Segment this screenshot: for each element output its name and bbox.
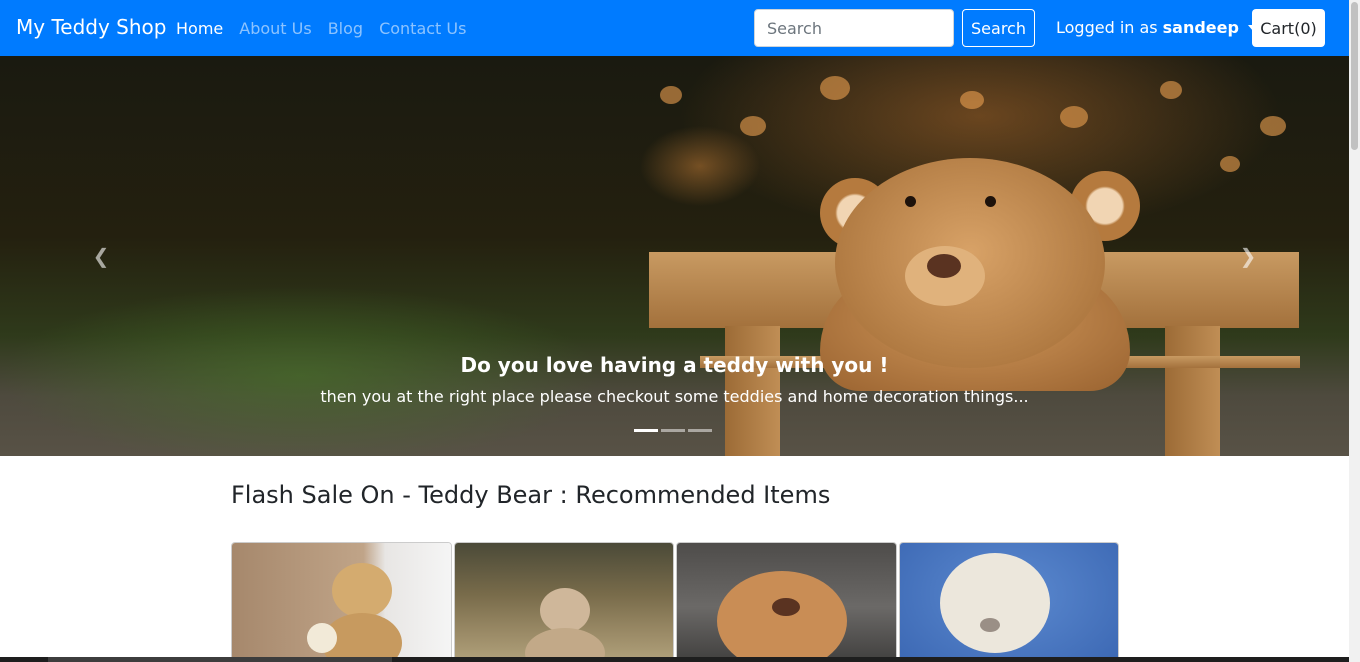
chevron-right-icon[interactable]: ❯ <box>1238 246 1258 266</box>
teddy-nose <box>927 254 961 278</box>
teddy-nose <box>980 618 1000 632</box>
carousel-indicators <box>634 429 712 432</box>
cart-button[interactable]: Cart(0) <box>1252 9 1325 47</box>
bokeh-light <box>820 76 850 100</box>
bokeh-light <box>960 91 984 109</box>
bokeh-light <box>1060 106 1088 128</box>
bokeh-light <box>1260 116 1286 136</box>
teddy-eye <box>985 196 996 207</box>
product-card[interactable] <box>454 542 675 662</box>
nav-link-home[interactable]: Home <box>168 19 231 38</box>
carousel-caption-title: Do you love having a teddy with you ! <box>0 353 1349 377</box>
carousel-caption-text: then you at the right place please check… <box>0 387 1349 406</box>
product-card[interactable] <box>231 542 452 662</box>
nav-link-about[interactable]: About Us <box>231 19 319 38</box>
product-grid <box>231 542 1119 662</box>
bokeh-light <box>660 86 682 104</box>
user-dropdown[interactable]: Logged in as sandeep <box>1056 18 1258 37</box>
nav-links: Home About Us Blog Contact Us <box>168 0 474 56</box>
teddy-head <box>717 571 847 662</box>
chevron-left-icon[interactable]: ❮ <box>91 246 111 266</box>
scrollbar-thumb[interactable] <box>1351 2 1358 150</box>
product-image <box>455 543 674 662</box>
carousel-indicator[interactable] <box>661 429 685 432</box>
teddy-nose <box>772 598 800 616</box>
navbar: My Teddy Shop Home About Us Blog Contact… <box>0 0 1349 56</box>
section-title: Flash Sale On - Teddy Bear : Recommended… <box>231 481 830 509</box>
teddy-head <box>940 553 1050 653</box>
carousel-indicator[interactable] <box>688 429 712 432</box>
nav-link-blog[interactable]: Blog <box>320 19 371 38</box>
flower <box>307 623 337 653</box>
bottom-taskbar <box>0 657 1349 662</box>
teddy-head <box>540 588 590 633</box>
hero-carousel: ❮ ❯ Do you love having a teddy with you … <box>0 56 1349 456</box>
nav-link-contact[interactable]: Contact Us <box>371 19 474 38</box>
page-scrollbar[interactable] <box>1349 0 1360 662</box>
bokeh-light <box>1220 156 1240 172</box>
bokeh-light <box>740 116 766 136</box>
teddy-eye <box>905 196 916 207</box>
user-prefix-label: Logged in as <box>1056 18 1158 37</box>
username: sandeep <box>1163 18 1239 37</box>
product-image <box>677 543 896 662</box>
teddy-head <box>332 563 392 618</box>
search-input[interactable] <box>754 9 954 47</box>
brand-logo[interactable]: My Teddy Shop <box>16 15 166 39</box>
carousel-indicator[interactable] <box>634 429 658 432</box>
product-card[interactable] <box>676 542 897 662</box>
product-card[interactable] <box>899 542 1120 662</box>
search-button[interactable]: Search <box>962 9 1035 47</box>
product-image <box>232 543 451 662</box>
bokeh-light <box>1160 81 1182 99</box>
product-image <box>900 543 1119 662</box>
taskbar-segment <box>48 657 392 662</box>
